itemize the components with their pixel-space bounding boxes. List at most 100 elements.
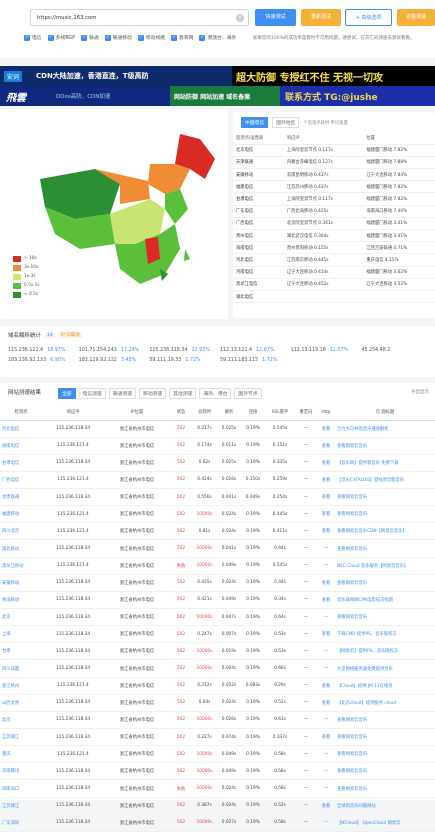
result-cell[interactable]: — xyxy=(317,557,335,575)
result-cell[interactable]: — xyxy=(317,745,335,764)
option-telecom[interactable]: ✓ 电信 xyxy=(24,34,42,41)
result-cell[interactable]: 查看网易云音乐 xyxy=(335,437,435,455)
option-overseas[interactable]: ✓ 港澳台、海外 xyxy=(199,34,236,41)
full-test-button[interactable]: 完整测速 xyxy=(397,9,435,26)
ad-banner-1[interactable]: 安词 CDN大陆加速，香港直连，T级高防 超大防御 专授红不住 无视一切攻 xyxy=(0,66,435,86)
result-cell[interactable]: 查看网易云音乐CDN【网易云音乐】 xyxy=(335,522,435,541)
result-cell[interactable]: 查看网易云音乐 xyxy=(335,608,435,627)
result-cell[interactable]: 查看 xyxy=(317,694,335,712)
result-cell: 0.58s xyxy=(265,814,295,832)
results-tab[interactable]: 海外、港台 xyxy=(199,388,232,399)
result-cell[interactable]: — xyxy=(317,762,335,781)
result-cell[interactable]: 查看网易云音乐 xyxy=(335,488,435,507)
results-col-header[interactable]: 页 面标题 xyxy=(335,405,435,421)
results-col-header[interactable]: 总耗时 xyxy=(192,405,217,421)
result-cell[interactable]: 查看网易云音乐 xyxy=(335,779,435,798)
stat-cell: 115.236.121.4 18.97% xyxy=(8,348,79,353)
tab-telecom[interactable]: 中国电信 xyxy=(241,117,269,128)
quick-test-button[interactable]: 快速测试 xyxy=(255,9,296,26)
result-cell: 0.19% xyxy=(241,762,265,781)
results-col-header[interactable]: 检测点 xyxy=(0,405,42,421)
result-cell[interactable]: 查看网易云音乐 xyxy=(335,711,435,730)
stat-percent: 6.90% xyxy=(50,358,66,363)
stat-ip: 183.129.92.132 xyxy=(78,358,117,363)
result-cell[interactable]: 【NCloud】 OpenCloud 网易云 xyxy=(335,814,435,832)
option-bgp[interactable]: ✓ 多线BGP xyxy=(47,34,75,41)
option-unicom[interactable]: ✓ 联通 xyxy=(81,34,99,41)
result-cell[interactable]: 【网易云】提供PS、音乐版权方 xyxy=(335,642,435,661)
result-cell[interactable]: — xyxy=(317,814,335,832)
result-cell[interactable]: 【音乐CATALOG】登陆到全能音乐 xyxy=(335,471,435,490)
result-cell[interactable]: — xyxy=(317,659,335,678)
result-cell[interactable]: 查看网易云音乐 xyxy=(335,539,435,558)
result-cell[interactable]: — xyxy=(317,642,335,661)
ad-banner-2[interactable]: 飛雲 DDos高防、CDN加速 网站防御 网站加速 域名备案 联系方式 TG:@… xyxy=(0,86,435,106)
results-col-header[interactable]: 重定向 xyxy=(295,405,317,421)
result-cell[interactable]: 查看网易云音乐 xyxy=(335,574,435,592)
option-edu[interactable]: ✓ 教育网 xyxy=(171,34,193,41)
result-cell[interactable]: — xyxy=(317,779,335,798)
region-east[interactable] xyxy=(165,189,188,224)
url-input[interactable]: https://music.163.com × xyxy=(30,9,249,26)
result-cell: 0.19% xyxy=(241,505,265,524)
result-cell[interactable]: 查看 xyxy=(317,591,335,610)
stat-ip: 183.136.92.133 xyxy=(8,358,47,363)
result-cell[interactable]: 全力大白并的音乐播放解析 xyxy=(335,420,435,438)
result-cell[interactable]: 查看 xyxy=(317,437,335,455)
results-col-header[interactable]: IP位置 xyxy=(104,405,170,421)
tab-overseas[interactable]: 国外地区 xyxy=(272,117,300,128)
stat-percent: 12.07% xyxy=(256,348,275,353)
results-col-header[interactable]: 状态 xyxy=(170,405,192,421)
result-cell: 0.424s xyxy=(192,471,217,490)
result-cell[interactable]: 大型网络服务器免费提供音乐 xyxy=(335,659,435,678)
result-cell[interactable]: 查看网易云音乐 xyxy=(335,728,435,747)
result-cell[interactable]: 音乐联网网CPN电影技巧指南 xyxy=(335,591,435,610)
china-speed-map: > 10s 3s-10s 1s-3s 0.5s-1s < 0.5s xyxy=(0,109,228,319)
result-cell[interactable]: 查看 xyxy=(317,574,335,592)
results-col-header[interactable]: 连接 xyxy=(241,405,265,421)
results-col-header[interactable]: 解析 xyxy=(217,405,241,421)
result-cell[interactable]: NEC Cloud 音乐服务【网易云音乐】 xyxy=(335,557,435,575)
result-cell[interactable]: 【Cloud】提供 JM 11在线页 xyxy=(335,677,435,695)
result-cell[interactable]: 查看网易云音乐 xyxy=(335,762,435,781)
result-cell[interactable]: 查看 xyxy=(317,488,335,507)
result-cell: — xyxy=(295,762,317,781)
result-cell[interactable]: 【音乐网】提供新音乐 免费下载 xyxy=(335,454,435,472)
result-cell[interactable]: 下载CMD 提供PS、音乐版权方 xyxy=(335,625,435,644)
result-cell[interactable]: 查看 xyxy=(317,420,335,438)
result-cell[interactable]: 查看 xyxy=(317,728,335,747)
results-col-header[interactable]: 响应IP xyxy=(42,405,104,421)
result-cell: — xyxy=(295,625,317,644)
result-cell[interactable]: 查看 xyxy=(317,677,335,695)
isp-cell: 安徽移动 xyxy=(233,168,284,182)
result-cell[interactable]: 查看 xyxy=(317,625,335,644)
advanced-options-button[interactable]: + 高级选项 xyxy=(345,9,392,26)
results-col-header[interactable]: Http xyxy=(317,405,335,421)
result-cell: — xyxy=(295,437,317,455)
region-taiwan[interactable] xyxy=(184,249,190,261)
results-tab[interactable]: 国外节点 xyxy=(234,388,262,399)
result-cell[interactable]: — xyxy=(317,608,335,627)
result-cell[interactable]: 查看 xyxy=(317,471,335,490)
result-cell[interactable]: 查看网易云音乐 xyxy=(335,745,435,764)
results-tab[interactable]: 联通测速 xyxy=(108,388,137,399)
result-cell: 0.19% xyxy=(241,420,265,438)
result-cell[interactable]: 【北京cloud】提供服务 cloud xyxy=(335,694,435,712)
results-tab[interactable]: 移动测速 xyxy=(139,388,167,399)
result-cell[interactable]: — xyxy=(317,711,335,730)
result-cell[interactable]: — xyxy=(317,539,335,558)
retest-button[interactable]: 重新测试 xyxy=(301,9,341,26)
results-tab[interactable]: 电信测速 xyxy=(78,388,106,399)
result-cell[interactable]: 查看 xyxy=(317,454,335,472)
option-unicom-mobile[interactable]: ✓ 联通移动 xyxy=(104,34,132,41)
region-north[interactable] xyxy=(148,164,190,194)
result-cell[interactable]: 查看网易云音乐 xyxy=(335,505,435,524)
results-col-header[interactable]: SSL握手 xyxy=(265,405,295,421)
clear-icon[interactable]: × xyxy=(236,14,244,22)
option-mobile[interactable]: ✓ 移动线路 xyxy=(137,34,165,41)
result-cell[interactable]: 查看 xyxy=(317,505,335,524)
result-cell[interactable]: 查看 xyxy=(317,522,335,541)
results-tab[interactable]: 全部 xyxy=(58,388,76,399)
export-link[interactable]: 导出显示 xyxy=(411,389,429,395)
results-tab[interactable]: 其他测速 xyxy=(169,388,197,399)
